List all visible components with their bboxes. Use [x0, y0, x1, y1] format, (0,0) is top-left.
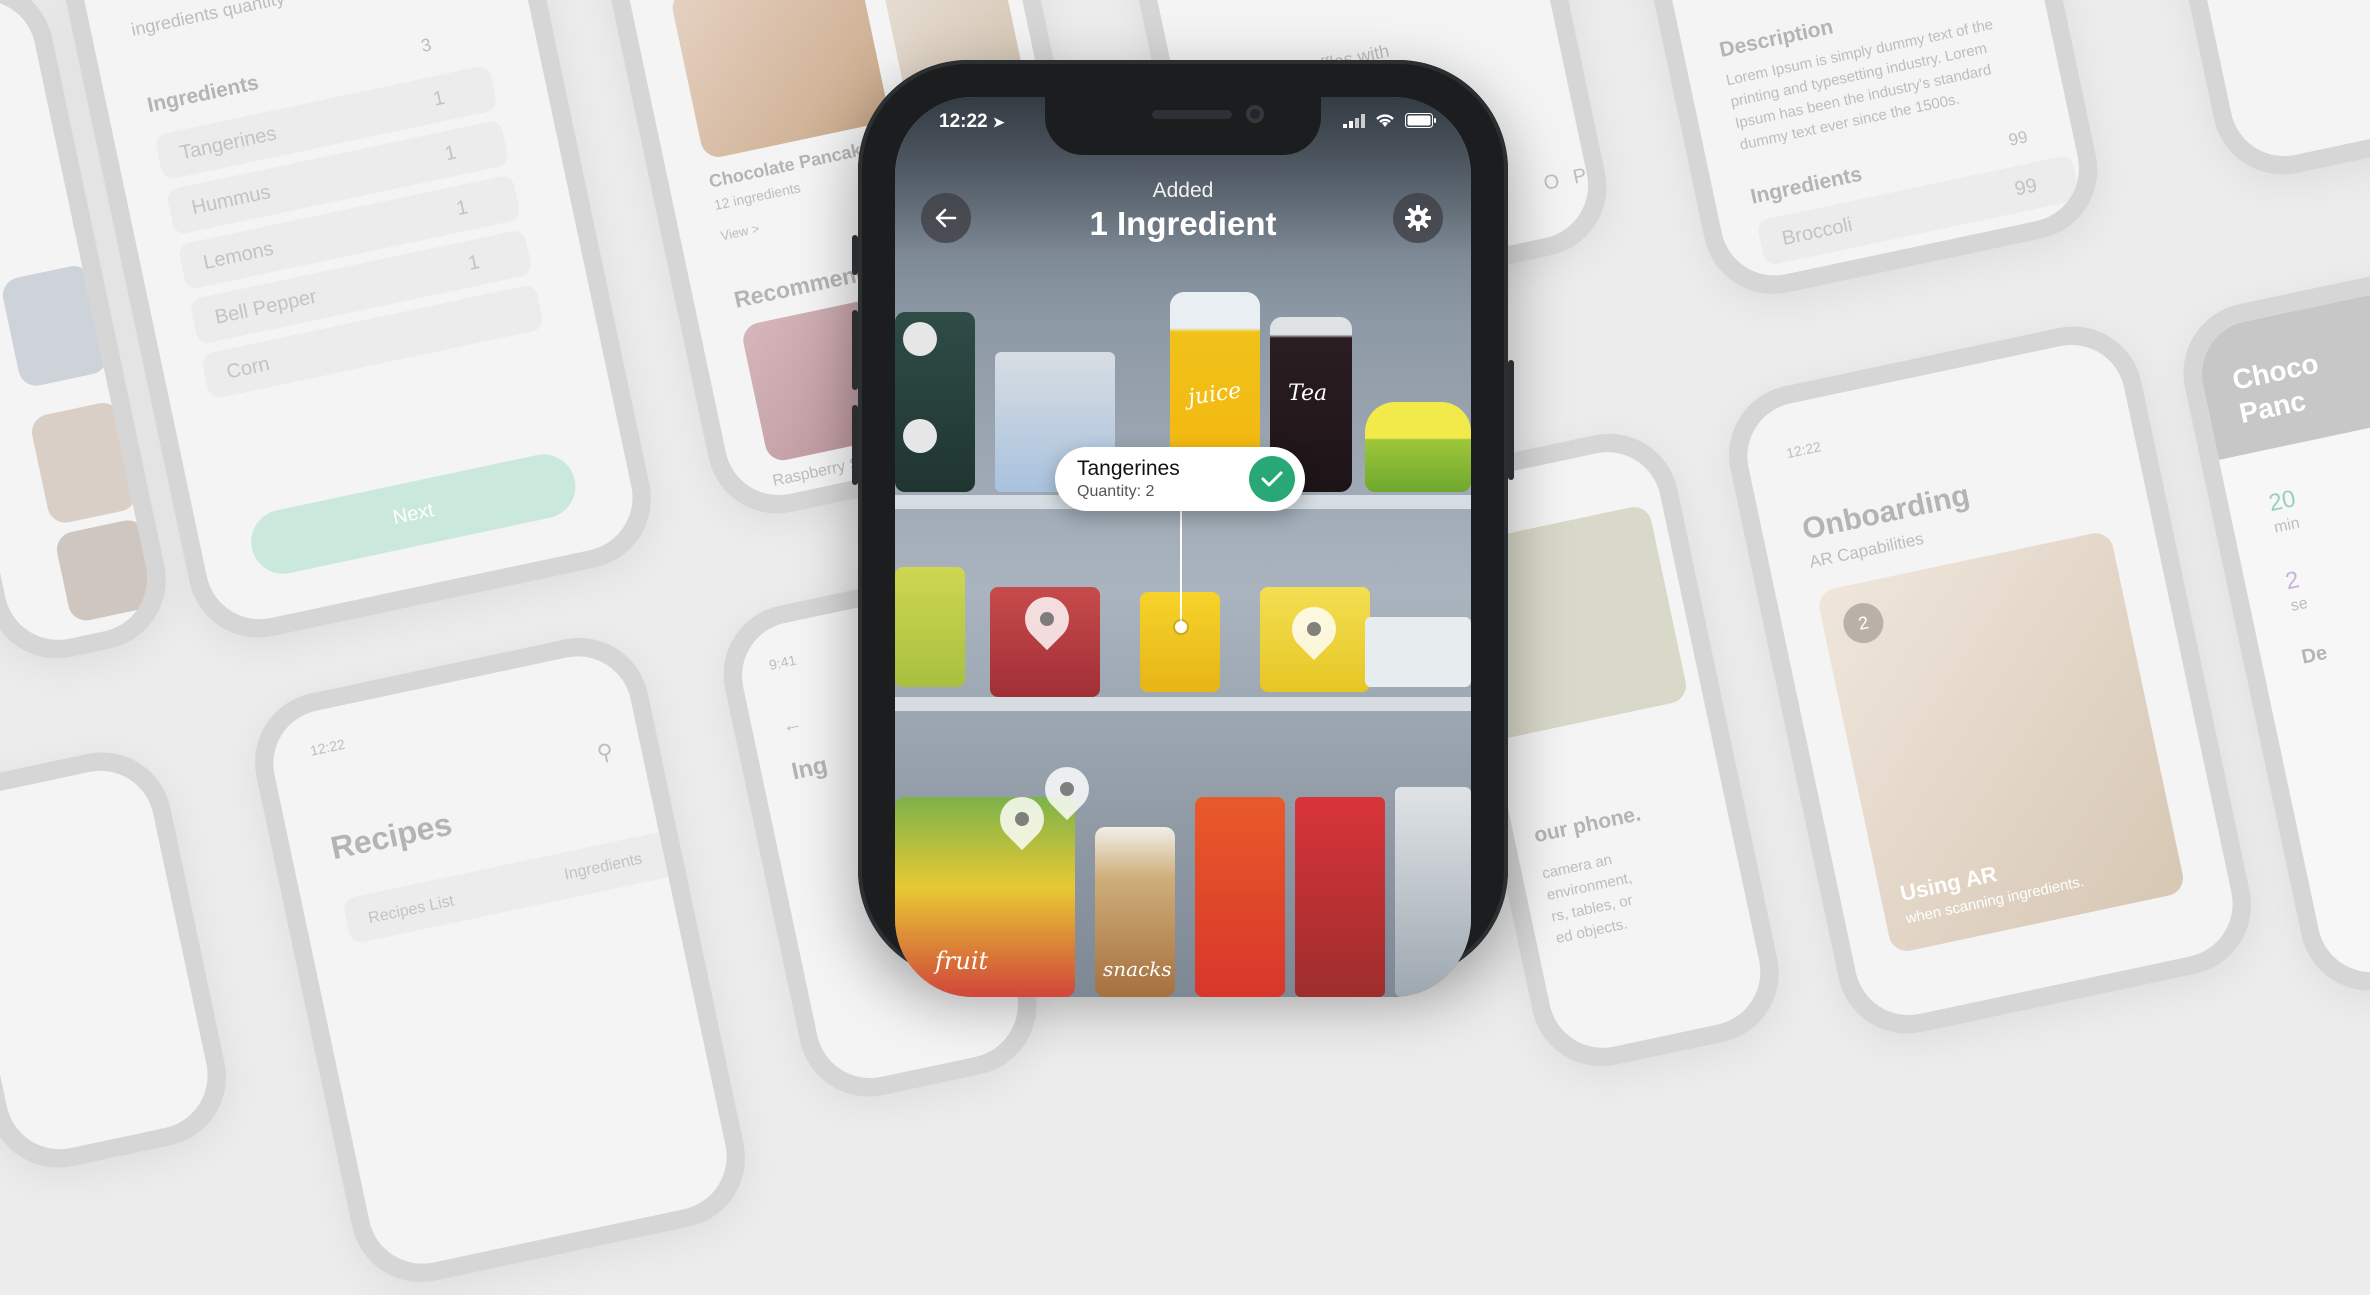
snack-boxes: [1295, 797, 1385, 997]
bg-small-time: 9:41: [767, 651, 798, 674]
bg-step-badge: 2: [1839, 599, 1888, 647]
bg-recipes-title: Recipes: [327, 805, 455, 867]
bg-tab-recipes-list: Recipes List: [366, 892, 456, 928]
bg-stat-2-unit: se: [2289, 594, 2310, 615]
bg-ingredient-qty: 1: [442, 141, 459, 166]
sauce-bottles: [1395, 787, 1471, 997]
header-subtitle: Added: [1152, 179, 1214, 202]
ar-connector-line: [1180, 511, 1182, 627]
phone-side-button: [852, 235, 858, 275]
bg-ingredient-qty: 1: [454, 196, 470, 221]
bg-phone-corner: [0, 739, 239, 1181]
bg-ingredients-title: Ingredients: [145, 71, 261, 118]
bg-key-p: P: [1571, 164, 1589, 189]
ar-ingredient-label[interactable]: Tangerines Quantity: 2: [1055, 447, 1305, 511]
juice-jar-label: juice: [1186, 378, 1243, 411]
bg-phone-description: Description Lorem Ipsum is simply dummy …: [1629, 0, 2111, 307]
bg-ingredient-name: Corn: [224, 352, 272, 384]
bg-corner-screen: [0, 760, 218, 1160]
phone-side-button: [1508, 360, 1514, 480]
bg-description-item: Broccoli: [1780, 213, 1855, 251]
bg-recipe2-title: Raspberry S: [771, 454, 862, 490]
bg-ingredient-name: Bell Pepper: [212, 285, 319, 329]
tea-jar-label: Tea: [1288, 381, 1328, 406]
bg-stat-1: 20: [2266, 485, 2299, 518]
check-icon: [1261, 471, 1283, 487]
phone-notch: [1045, 97, 1321, 155]
ar-ingredient-name: Tangerines: [1077, 457, 1180, 480]
bg-phone-onboarding: 12:22 Onboarding AR Capabilities 2 Using…: [1715, 313, 2265, 1047]
battery-icon: [1405, 113, 1436, 128]
wifi-icon: [1376, 114, 1394, 127]
bg-onboarding-screen: 12:22 Onboarding AR Capabilities 2 Using…: [1737, 334, 2243, 1026]
fridge-shelf: [895, 697, 1471, 711]
speaker-grille: [1152, 110, 1232, 119]
ar-anchor-dot[interactable]: [1175, 621, 1187, 633]
bg-stat-1-unit: min: [2272, 514, 2302, 537]
bg-thumb: [28, 399, 140, 526]
bg-description-screen: Description Lorem Ipsum is simply dummy …: [1651, 0, 2089, 286]
juice-pouches: [1195, 797, 1285, 997]
bg-recipes-screen: 12:22 Recipes ⚲ Recipes List Ingredients: [263, 646, 737, 1274]
bg-pancake-image: [669, 0, 891, 161]
phone-side-button: [852, 310, 858, 390]
green-container: [1365, 402, 1471, 492]
bg-ingredient-qty: 1: [431, 86, 447, 111]
bottle-cap: [903, 322, 937, 356]
bg-search-icon: ⚲: [594, 738, 616, 767]
phone-side-button: [852, 405, 858, 485]
header-title: 1 Ingredient: [1089, 205, 1277, 242]
bg-tab-ingredients: Ingredients: [562, 850, 644, 884]
bg-ingredients-count: 3: [419, 34, 434, 56]
bg-small-text: Ing: [789, 751, 831, 786]
bg-next-button: Next: [245, 448, 582, 580]
bg-small-back-icon: ←: [780, 711, 805, 738]
bg-onboarding-image: 2 Using AR when scanning ingredients.: [1815, 529, 2187, 955]
bg-phone-top-right: [2157, 0, 2370, 188]
bg-ingredient-name: Lemons: [201, 237, 276, 274]
bg-description-item-qty: 99: [2012, 174, 2039, 201]
bg-recipes-time: 12:22: [308, 735, 347, 759]
bg-ingredient-name: Tangerines: [178, 122, 279, 165]
fruit-bin-label: fruit: [935, 947, 989, 975]
ar-ingredient-quantity: Quantity: 2: [1077, 483, 1155, 500]
snack-jar-label: snacks: [1103, 957, 1172, 981]
confirm-button[interactable]: [1249, 456, 1295, 502]
signal-icon: [1343, 113, 1365, 128]
bg-description-count: 99: [2006, 127, 2030, 150]
status-indicators: [1343, 113, 1437, 128]
bg-stat-2: 2: [2282, 566, 2302, 596]
bg-top-right-screen: [2179, 0, 2370, 167]
bg-description-row: Broccoli 99: [1756, 154, 2081, 267]
egg-tray: [1365, 617, 1471, 687]
fruit-bin: fruit: [895, 797, 1075, 997]
bg-far-right-letter: De: [2299, 641, 2330, 669]
bottle-cap: [903, 419, 937, 453]
bg-phone-recipes: 12:22 Recipes ⚲ Recipes List Ingredients: [241, 624, 759, 1295]
front-camera: [1246, 105, 1264, 123]
bg-recipe-view: View >: [719, 220, 761, 244]
status-time: 12:22 ➤: [939, 111, 1005, 133]
snack-jar: snacks: [1095, 827, 1175, 997]
phone-screen: juice Tea fruit snacks 12:22 ➤ Added 1 I…: [895, 97, 1471, 997]
location-icon: ➤: [992, 114, 1005, 130]
settings-button[interactable]: [1393, 193, 1443, 243]
bg-onboarding-time: 12:22: [1784, 438, 1823, 462]
bg-ingredients-note: ingredients quantity: [129, 0, 287, 40]
bg-key-o: O: [1541, 170, 1562, 195]
bg-ingredient-qty: 1: [466, 251, 482, 275]
bg-ingredient-name: Hummus: [189, 181, 273, 220]
fruit-container-left: [895, 567, 965, 687]
gear-icon: [1405, 205, 1431, 231]
main-phone: juice Tea fruit snacks 12:22 ➤ Added 1 I…: [852, 60, 1514, 997]
status-time-text: 12:22: [939, 111, 988, 132]
bg-partial-title: our phone.: [1531, 802, 1643, 848]
bg-thumb: [0, 262, 111, 390]
bg-thumb: [53, 517, 158, 624]
